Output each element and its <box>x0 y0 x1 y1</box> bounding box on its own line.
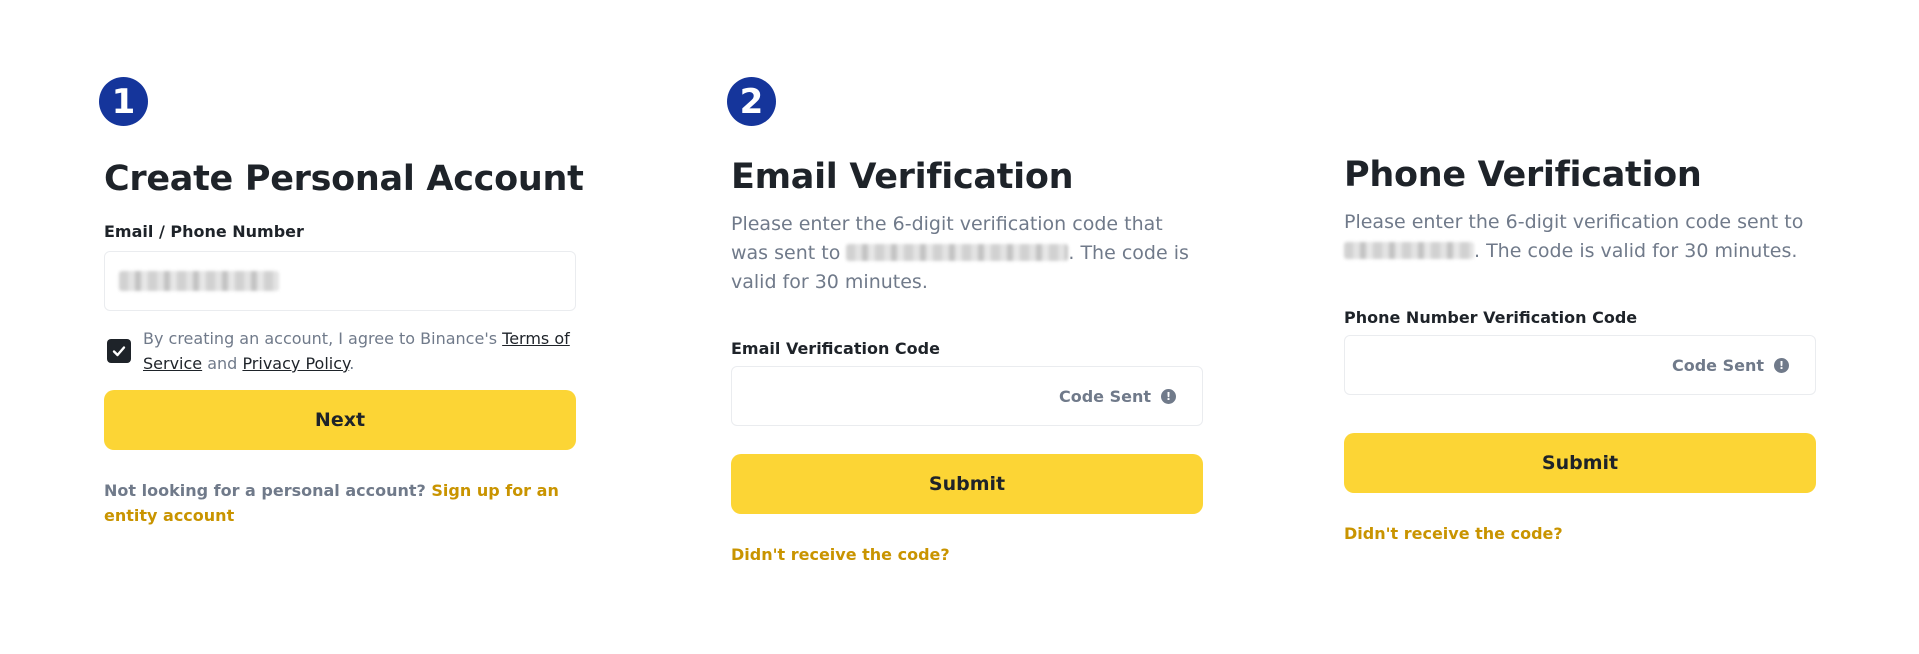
entity-prompt: Not looking for a personal account? <box>104 481 426 500</box>
redacted-email <box>846 244 1069 261</box>
email-code-input[interactable]: Code Sent ! <box>731 366 1203 426</box>
phone-verification-title: Phone Verification <box>1344 155 1702 195</box>
checkmark-icon <box>112 346 126 357</box>
phone-submit-button[interactable]: Submit <box>1344 433 1816 493</box>
terms-suffix: . <box>349 354 355 373</box>
phone-code-input[interactable]: Code Sent ! <box>1344 335 1816 395</box>
phone-desc-suffix: . The code is valid for 30 minutes. <box>1474 240 1798 262</box>
email-submit-button[interactable]: Submit <box>731 454 1203 514</box>
next-button[interactable]: Next <box>104 390 576 450</box>
email-phone-input[interactable] <box>104 251 576 311</box>
terms-checkbox[interactable] <box>107 339 131 363</box>
step-badge-2: 2 <box>727 77 776 126</box>
entity-account-note: Not looking for a personal account? Sign… <box>104 478 574 528</box>
email-code-sent-text: Code Sent <box>1058 386 1151 406</box>
email-verification-desc: Please enter the 6-digit verification co… <box>731 210 1191 297</box>
email-phone-label: Email / Phone Number <box>104 222 304 241</box>
terms-text: By creating an account, I agree to Binan… <box>143 326 583 376</box>
email-code-label: Email Verification Code <box>731 339 940 358</box>
phone-verification-desc: Please enter the 6-digit verification co… <box>1344 208 1804 266</box>
phone-code-sent-text: Code Sent <box>1671 355 1764 375</box>
email-code-sent: Code Sent ! <box>1059 367 1176 425</box>
phone-desc-prefix: Please enter the 6-digit verification co… <box>1344 211 1804 233</box>
phone-code-sent: Code Sent ! <box>1672 336 1789 394</box>
terms-and: and <box>207 354 238 373</box>
step-badge-1: 1 <box>99 77 148 126</box>
info-circle-icon[interactable]: ! <box>1774 357 1789 373</box>
info-circle-icon[interactable]: ! <box>1161 388 1176 404</box>
email-verification-title: Email Verification <box>731 157 1074 197</box>
phone-code-label: Phone Number Verification Code <box>1344 308 1638 327</box>
email-resend-link[interactable]: Didn't receive the code? <box>731 545 950 564</box>
create-account-title: Create Personal Account <box>104 159 584 199</box>
phone-resend-link[interactable]: Didn't receive the code? <box>1344 524 1563 543</box>
redacted-value <box>119 271 279 291</box>
terms-prefix: By creating an account, I agree to Binan… <box>143 329 498 348</box>
redacted-phone <box>1344 242 1474 259</box>
privacy-policy-link[interactable]: Privacy Policy <box>242 354 349 373</box>
